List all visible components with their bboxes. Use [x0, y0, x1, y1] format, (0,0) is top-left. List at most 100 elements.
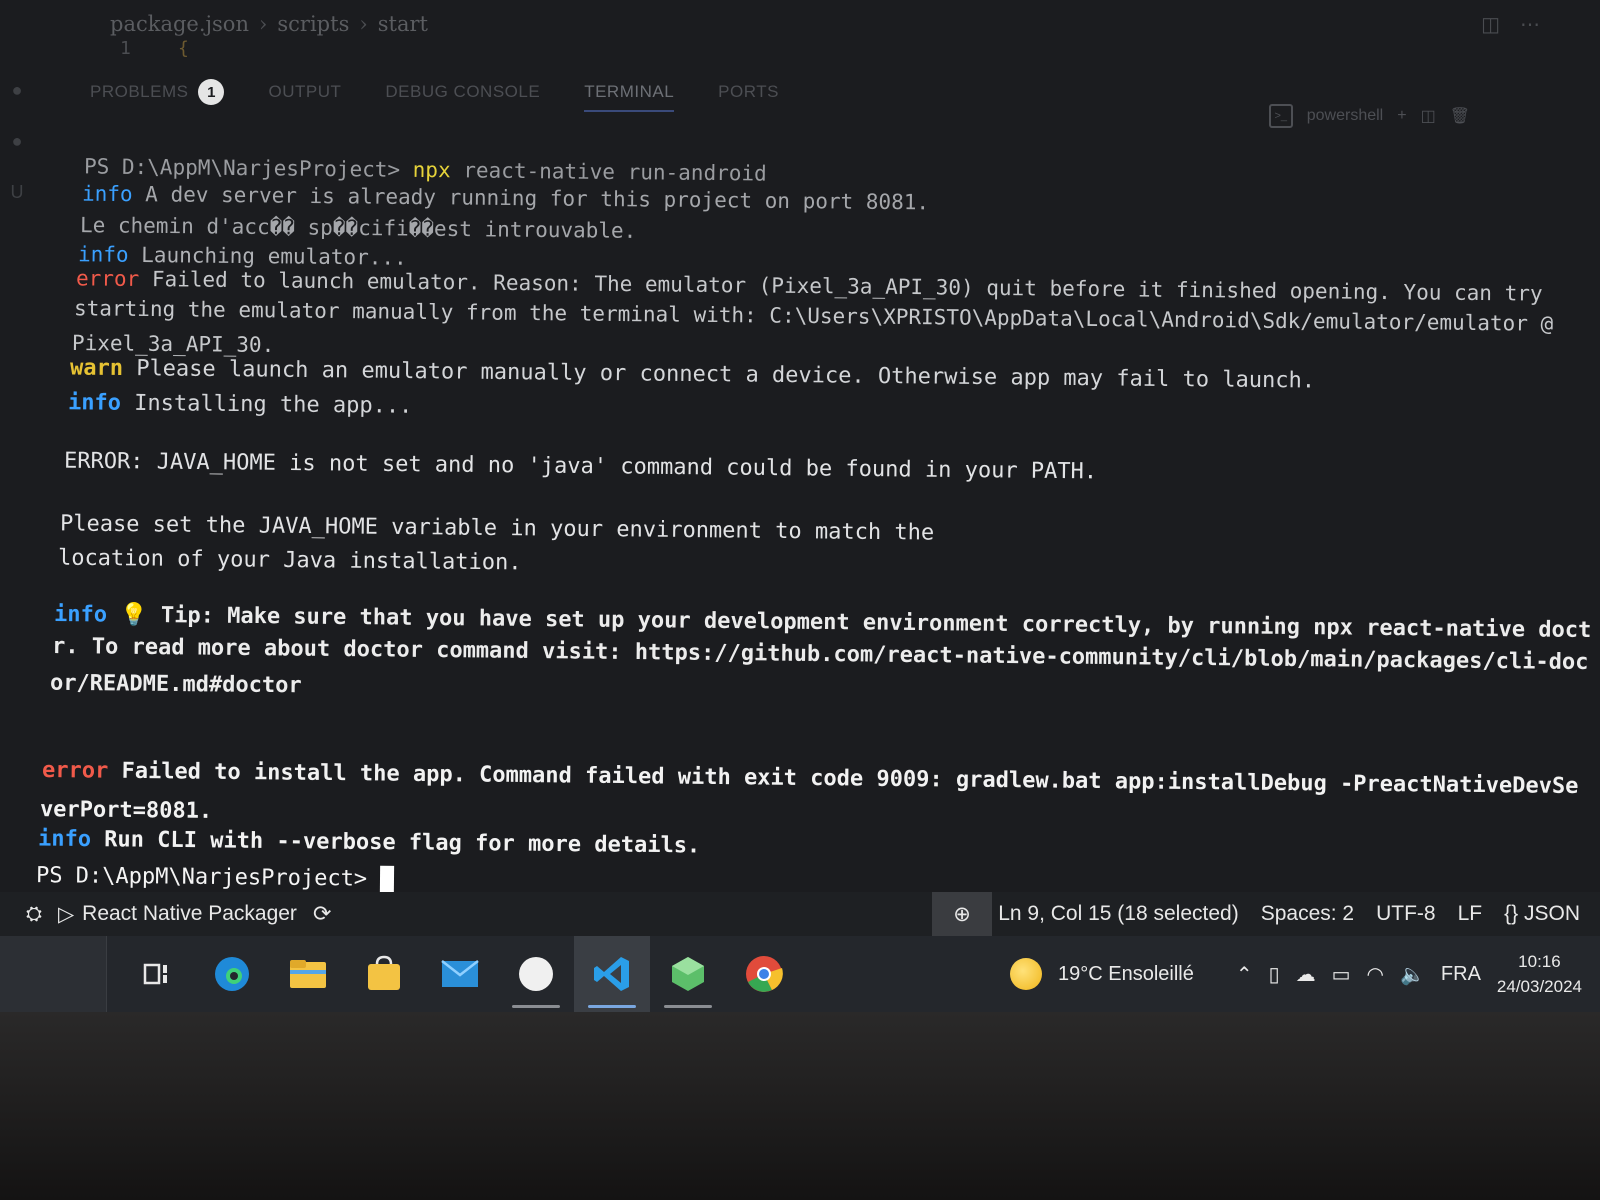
status-bar: ⛭ ▷ React Native Packager ⟳ ⊕ Ln 9, Col … [0, 892, 1600, 936]
store-icon[interactable] [346, 936, 422, 1012]
encoding-setting[interactable]: UTF-8 [1376, 902, 1436, 926]
more-actions-icon[interactable]: ⋯ [1520, 12, 1540, 37]
play-icon: ▷ [58, 902, 75, 926]
chevron-right-icon: › [359, 12, 368, 36]
task-view-icon[interactable] [118, 936, 194, 1012]
log-command: r. [51, 633, 79, 660]
new-terminal-button[interactable]: + [1397, 107, 1406, 125]
chrome-icon[interactable] [726, 936, 802, 1012]
cloud-icon[interactable]: ☁ [1296, 962, 1316, 987]
cursor-position[interactable]: Ln 9, Col 15 (18 selected) [998, 902, 1238, 926]
input-language[interactable]: FRA [1441, 963, 1481, 986]
system-tray: 19°C Ensoleillé ⌃ ▯ ☁ ▭ ◠ 🔈 FRA 10:16 24… [1010, 936, 1582, 1012]
log-text: Run CLI with --verbose flag for more det… [90, 827, 701, 859]
weather-text[interactable]: 19°C Ensoleillé [1058, 963, 1194, 986]
clock[interactable]: 10:16 24/03/2024 [1497, 949, 1582, 1000]
activity-bar: ● ● U [0, 60, 34, 920]
terminal-line: location of your Java installation. [57, 545, 522, 576]
terminal-line: warn Please launch an emulator manually … [69, 355, 1315, 393]
terminal-line: verPort=8081. [39, 797, 213, 824]
terminal-line: Please set the JAVA_HOME variable in you… [59, 511, 935, 546]
log-text: Launching emulator... [128, 242, 407, 270]
log-text: Failed to install the app. Command faile… [108, 758, 1579, 800]
log-text: Tip: Make sure that you have set up your… [147, 602, 1314, 641]
log-command: npx react-native doct [1313, 615, 1592, 644]
tab-label: PROBLEMS [90, 82, 189, 101]
tab-label: DEBUG CONSOLE [385, 82, 541, 101]
log-level-info: info [77, 242, 129, 267]
log-level-info: info [53, 601, 108, 628]
terminal-line: r. To read more about doctor command vis… [51, 633, 1589, 675]
chevron-up-icon[interactable]: ⌃ [1236, 962, 1253, 987]
terminal-shell-name[interactable]: powershell [1307, 107, 1383, 125]
terminal-prompt-line[interactable]: PS D:\AppM\NarjesProject> [36, 862, 395, 894]
clock-date: 24/03/2024 [1496, 977, 1582, 996]
packager-label: React Native Packager [82, 902, 297, 925]
command-text: react-native run-android [450, 158, 767, 186]
log-text: A dev server is already running for this… [132, 182, 930, 215]
taskbar-search-area[interactable] [0, 936, 107, 1012]
tab-ports[interactable]: PORTS [718, 82, 779, 102]
terminal-line: info Launching emulator... [77, 242, 407, 270]
breadcrumb: package.json › scripts › start [110, 8, 428, 40]
device-icon[interactable]: ▯ [1269, 962, 1280, 987]
search-icon[interactable]: ● [12, 131, 23, 152]
split-editor-icon[interactable]: ◫ [1481, 12, 1500, 37]
tab-problems[interactable]: PROBLEMS 1 [90, 79, 225, 105]
terminal-line: Le chemin d'acc�� sp��cifi��est introuva… [79, 213, 637, 243]
vscode-icon[interactable] [574, 936, 650, 1012]
battery-icon[interactable]: ▭ [1332, 962, 1351, 987]
terminal-line: error Failed to install the app. Command… [42, 758, 1579, 800]
breadcrumb-start[interactable]: start [378, 12, 428, 36]
breadcrumb-scripts[interactable]: scripts [277, 12, 349, 36]
problems-count-badge: 1 [198, 79, 225, 105]
tab-label: OUTPUT [268, 82, 342, 101]
react-native-packager-button[interactable]: ▷ React Native Packager [58, 902, 297, 927]
app-white-icon[interactable] [498, 936, 574, 1012]
app-green-icon[interactable] [650, 936, 726, 1012]
screen: package.json › scripts › start 1 { ◫ ⋯ ●… [0, 0, 1600, 1012]
terminal-line: starting the emulator manually from the … [73, 296, 1554, 336]
sync-icon[interactable]: ⟳ [313, 901, 331, 927]
split-terminal-icon[interactable]: ◫ [1421, 106, 1436, 126]
laptop-bezel [0, 1012, 1600, 1200]
accounts-icon[interactable]: ⛭ [26, 903, 42, 926]
tab-terminal[interactable]: TERMINAL [584, 82, 675, 112]
volume-icon[interactable]: 🔈 [1400, 962, 1425, 987]
tab-label: PORTS [718, 82, 779, 101]
terminal-line: ERROR: JAVA_HOME is not set and no 'java… [63, 448, 1098, 485]
terminal-output[interactable]: PS D:\AppM\NarjesProject> npx react-nati… [36, 154, 1591, 894]
eol-setting[interactable]: LF [1458, 902, 1483, 926]
panel-tabs: PROBLEMS 1 OUTPUT DEBUG CONSOLE TERMINAL… [90, 74, 779, 112]
language-mode[interactable]: {} JSON [1504, 902, 1580, 926]
terminal-line: Pixel_3a_API_30. [71, 330, 275, 358]
command-npx: npx [412, 157, 451, 183]
trash-icon[interactable]: 🗑 [1450, 106, 1470, 126]
log-level-warn: warn [69, 355, 124, 382]
tab-output[interactable]: OUTPUT [268, 82, 341, 102]
terminal-toolbar: >_ powershell + ◫ 🗑 [1268, 104, 1470, 128]
chevron-right-icon: › [258, 12, 268, 36]
indentation-setting[interactable]: Spaces: 2 [1261, 902, 1354, 926]
wifi-icon[interactable]: ◠ [1367, 962, 1384, 987]
tab-debug-console[interactable]: DEBUG CONSOLE [385, 82, 540, 102]
terminal-line: info A dev server is already running for… [81, 181, 930, 215]
log-level-info: info [81, 181, 133, 207]
source-control-icon[interactable]: U [11, 182, 24, 203]
edge-icon[interactable] [194, 936, 270, 1012]
file-explorer-icon[interactable] [270, 936, 346, 1012]
mail-icon[interactable] [422, 936, 498, 1012]
terminal-cursor [380, 865, 395, 894]
zoom-in-icon[interactable]: ⊕ [932, 892, 992, 936]
editor-line-content: { [178, 38, 189, 59]
explorer-icon[interactable]: ● [12, 80, 23, 101]
editor-actions: ◫ ⋯ [1481, 12, 1540, 37]
log-level-error: error [75, 266, 140, 291]
terminal-line: info Installing the app... [68, 390, 413, 419]
log-text: Installing the app... [120, 390, 413, 419]
prompt: PS D:\AppM\NarjesProject> [35, 863, 368, 892]
terminal-line: or/README.md#doctor [49, 670, 302, 699]
breadcrumb-file[interactable]: package.json [110, 12, 249, 36]
sun-icon [1010, 958, 1042, 990]
prompt: PS D:\AppM\NarjesProject> [83, 154, 401, 182]
